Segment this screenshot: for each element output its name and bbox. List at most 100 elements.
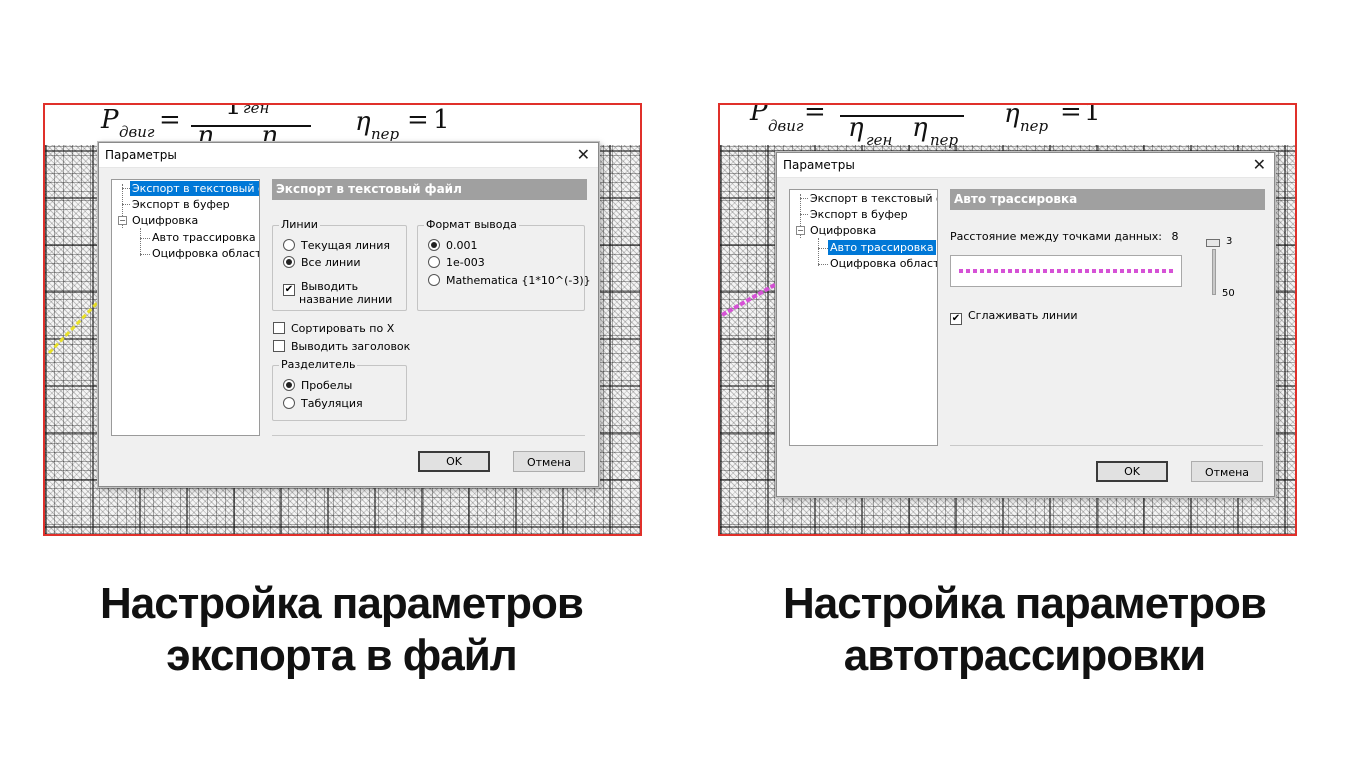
- checkbox-sort-x-label: Сортировать по X: [291, 322, 395, 335]
- caption-left-line2: экспорта в файл: [166, 631, 517, 680]
- radio-all-lines[interactable]: Все линии: [283, 256, 361, 269]
- checkbox-label-line2: название линии: [299, 293, 393, 306]
- radio-format-mathematica-label: Mathematica {1*10^(-3)}: [446, 274, 591, 287]
- formula-eq-2: =: [1060, 103, 1082, 127]
- formula-p: P: [750, 103, 768, 127]
- slider-max-label: 3: [1226, 236, 1233, 247]
- radio-icon[interactable]: [283, 239, 295, 251]
- distance-value: 8: [1171, 230, 1179, 243]
- distance-label: Расстояние между точками данных: 8: [950, 230, 1179, 243]
- checkbox-print-header[interactable]: Выводить заголовок: [273, 340, 410, 353]
- tree-item-digitize[interactable]: Оцифровка: [808, 223, 878, 238]
- caption-right-line1: Настройка параметров: [783, 579, 1267, 628]
- radio-spaces-label: Пробелы: [301, 379, 353, 392]
- tree-item-export-buffer[interactable]: Экспорт в буфер: [808, 207, 910, 222]
- formula-eq: =: [159, 105, 181, 135]
- separator-group: Разделитель Пробелы Табуляция: [272, 358, 407, 421]
- caption-right-line2: автотрассировки: [843, 631, 1206, 680]
- formula-eq-2: =: [407, 105, 429, 135]
- radio-tab[interactable]: Табуляция: [283, 397, 363, 410]
- formula-eta-3-sub: пер: [1020, 117, 1049, 135]
- slider-min-label: 50: [1222, 288, 1235, 299]
- lines-group: Линии Текущая линия Все линии ✔ Выводить …: [272, 218, 407, 311]
- tree-collapse-icon[interactable]: −: [118, 216, 127, 225]
- checkbox-print-header-label: Выводить заголовок: [291, 340, 411, 353]
- radio-format-exp-label: 1e-003: [446, 256, 485, 269]
- section-title: Экспорт в текстовый файл: [272, 179, 587, 200]
- formula-p: P: [101, 105, 119, 135]
- parameters-dialog-export: Параметры ✕ − Экспорт в текстовый фа Экс…: [98, 142, 599, 487]
- formula-eq: =: [804, 103, 826, 127]
- checkbox-icon[interactable]: [273, 340, 285, 352]
- lines-legend: Линии: [279, 218, 320, 231]
- formula-p-sub: двиг: [768, 117, 804, 135]
- formula-num: 1: [225, 103, 242, 121]
- formula-eta-3: η: [1004, 103, 1020, 129]
- dialog-titlebar: Параметры ✕: [777, 153, 1274, 178]
- checkbox-sort-x[interactable]: Сортировать по X: [273, 322, 394, 335]
- format-group: Формат вывода 0.001 1e-003 Mathematica {…: [417, 218, 591, 311]
- radio-all-lines-label: Все линии: [301, 256, 361, 269]
- checkmark-icon[interactable]: ✔: [950, 313, 962, 325]
- section-title: Авто трассировка: [950, 189, 1265, 210]
- caption-right: Настройка параметров автотрассировки: [683, 578, 1366, 682]
- caption-left-line1: Настройка параметров: [100, 579, 584, 628]
- distance-label-text: Расстояние между точками данных:: [950, 230, 1163, 243]
- formula-right: P двиг = η ген η пер η пер = 1: [720, 103, 1295, 149]
- radio-tab-label: Табуляция: [301, 397, 363, 410]
- separator-line: [272, 435, 585, 436]
- checkbox-smooth-lines[interactable]: ✔ Сглаживать линии: [950, 309, 1078, 325]
- checkbox-label-line1: Выводить: [301, 280, 359, 293]
- radio-icon[interactable]: [283, 256, 295, 268]
- radio-icon[interactable]: [283, 379, 295, 391]
- format-legend: Формат вывода: [424, 218, 519, 231]
- close-icon[interactable]: ✕: [1253, 155, 1266, 174]
- cancel-button[interactable]: Отмена: [1191, 461, 1263, 482]
- tree-item-export-text[interactable]: Экспорт в текстовый фа: [808, 191, 937, 206]
- cancel-button[interactable]: Отмена: [513, 451, 585, 472]
- tree-item-auto-trace[interactable]: Авто трассировка: [828, 240, 936, 255]
- radio-icon[interactable]: [428, 274, 440, 286]
- radio-icon[interactable]: [428, 256, 440, 268]
- radio-format-mathematica[interactable]: Mathematica {1*10^(-3)}: [428, 274, 591, 287]
- radio-icon[interactable]: [283, 397, 295, 409]
- dialog-title: Параметры: [105, 148, 177, 162]
- radio-icon[interactable]: [428, 239, 440, 251]
- trace-line-right: [721, 281, 779, 317]
- tree-item-export-text[interactable]: Экспорт в текстовый фа: [130, 181, 259, 196]
- separator-line: [950, 445, 1263, 446]
- dialog-titlebar: Параметры ✕: [99, 143, 598, 168]
- separator-legend: Разделитель: [279, 358, 358, 371]
- tree-item-digitize-area[interactable]: Оцифровка области: [150, 246, 259, 261]
- caption-left: Настройка параметров экспорта в файл: [0, 578, 683, 682]
- density-slider-thumb[interactable]: [1206, 239, 1220, 247]
- checkbox-icon[interactable]: [273, 322, 285, 334]
- trace-line-left: [47, 301, 99, 355]
- tree-collapse-icon[interactable]: −: [796, 226, 805, 235]
- density-slider-track[interactable]: [1212, 249, 1216, 295]
- tree-item-digitize[interactable]: Оцифровка: [130, 213, 200, 228]
- parameters-dialog-autotrace: Параметры ✕ − Экспорт в текстовый фа Экс…: [776, 152, 1275, 497]
- radio-format-decimal[interactable]: 0.001: [428, 239, 478, 252]
- ok-button[interactable]: OK: [418, 451, 490, 472]
- formula-p-sub: двиг: [119, 123, 155, 141]
- radio-format-decimal-label: 0.001: [446, 239, 478, 252]
- formula-left: P двиг = 1 ген η η η пер = 1: [45, 103, 640, 151]
- ok-button[interactable]: OK: [1096, 461, 1168, 482]
- tree-item-auto-trace[interactable]: Авто трассировка: [150, 230, 258, 245]
- radio-format-exp[interactable]: 1e-003: [428, 256, 485, 269]
- line-preview: [950, 255, 1182, 287]
- close-icon[interactable]: ✕: [577, 145, 590, 164]
- dotted-line-sample: [959, 269, 1173, 273]
- radio-spaces[interactable]: Пробелы: [283, 379, 352, 392]
- formula-eta-1: η: [848, 113, 864, 143]
- formula-one: 1: [1084, 103, 1101, 127]
- settings-tree: − Экспорт в текстовый фа Экспорт в буфер…: [111, 179, 260, 436]
- formula-eta-2: η: [912, 113, 928, 143]
- radio-current-line[interactable]: Текущая линия: [283, 239, 390, 252]
- tree-item-digitize-area[interactable]: Оцифровка области: [828, 256, 937, 271]
- dialog-title: Параметры: [783, 158, 855, 172]
- formula-eta-3-sub: пер: [371, 125, 400, 143]
- checkmark-icon[interactable]: ✔: [283, 284, 295, 296]
- tree-item-export-buffer[interactable]: Экспорт в буфер: [130, 197, 232, 212]
